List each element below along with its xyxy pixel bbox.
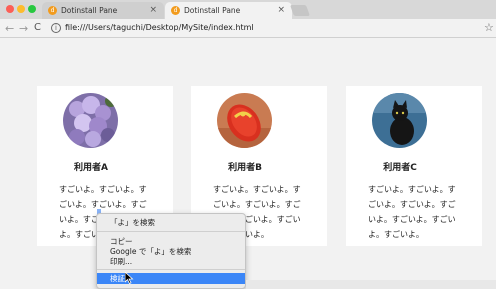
dotinstall-favicon-icon: d	[48, 6, 57, 15]
user-card: 利用者C すごいよ。すごいよ。すごいよ。すごいよ。すごいよ。すごいよ。すごいよ。…	[346, 86, 482, 246]
back-arrow-icon[interactable]: ←	[5, 22, 14, 35]
context-menu: 「よ」を検索 コピー Google で「よ」を検索 印刷... 検証	[96, 213, 246, 289]
user-name: 利用者B	[228, 163, 262, 173]
menu-item-inspect[interactable]: 検証	[97, 273, 245, 284]
avatar-black-cat	[372, 93, 427, 148]
new-tab-button[interactable]	[289, 5, 311, 16]
browser-toolbar: ← → C i file:///Users/taguchi/Desktop/My…	[0, 19, 496, 38]
close-window-button[interactable]	[6, 5, 14, 13]
dotinstall-favicon-icon: d	[171, 6, 180, 15]
avatar-red-sandal	[217, 93, 272, 148]
tab-strip: d Dotinstall Pane × d Dotinstall Pane ×	[0, 0, 496, 19]
user-description: すごいよ。すごいよ。すごいよ。すごいよ。すごいよ。すごいよ。すごいよ。すごいよ。	[368, 185, 456, 239]
mouse-pointer-icon	[125, 272, 134, 284]
tab-dotinstall-2[interactable]: d Dotinstall Pane ×	[165, 2, 292, 19]
close-tab-icon[interactable]: ×	[149, 5, 157, 15]
bottom-bar	[246, 280, 496, 289]
menu-item-search[interactable]: 「よ」を検索	[97, 217, 245, 228]
menu-divider	[97, 269, 245, 270]
reload-icon[interactable]: C	[34, 22, 41, 33]
user-name: 利用者A	[74, 163, 108, 173]
tab-title: Dotinstall Pane	[184, 6, 241, 15]
address-bar[interactable]: file:///Users/taguchi/Desktop/MySite/ind…	[65, 23, 254, 32]
info-icon[interactable]: i	[51, 23, 61, 33]
maximize-window-button[interactable]	[28, 5, 36, 13]
menu-divider	[97, 231, 245, 232]
forward-arrow-icon[interactable]: →	[19, 22, 28, 35]
avatar-hydrangea	[63, 93, 118, 148]
page-content: 利用者A すごいよ。すごいよ。すごいよ。すごいよ。すごいよ。すごいよ。すごいよ。…	[0, 39, 496, 289]
menu-item-print[interactable]: 印刷...	[97, 256, 245, 267]
tab-dotinstall-1[interactable]: d Dotinstall Pane ×	[42, 2, 164, 19]
user-name: 利用者C	[383, 163, 417, 173]
minimize-window-button[interactable]	[17, 5, 25, 13]
bookmark-star-icon[interactable]: ☆	[484, 21, 494, 34]
close-tab-icon[interactable]: ×	[277, 5, 285, 15]
tab-title: Dotinstall Pane	[61, 6, 118, 15]
